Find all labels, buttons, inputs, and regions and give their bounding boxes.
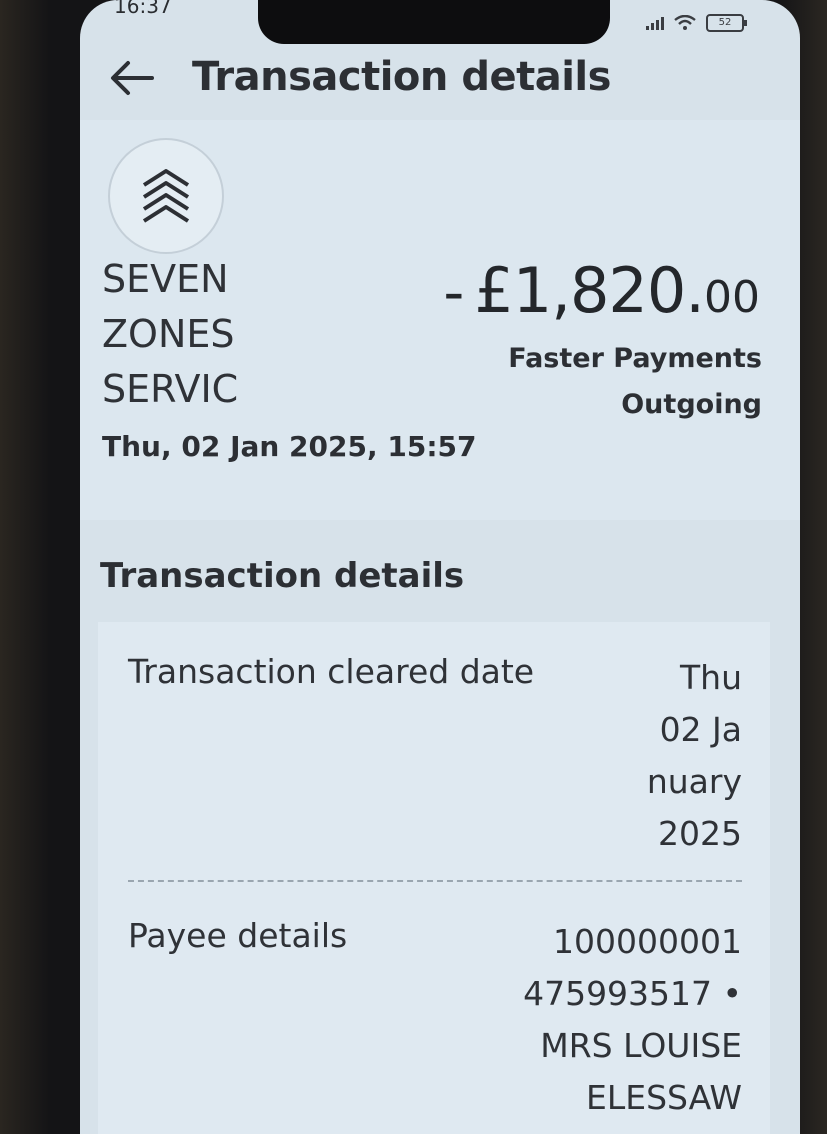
camera-notch: [258, 0, 610, 44]
payment-method: Faster Payments: [508, 343, 762, 374]
row-divider: [128, 880, 742, 882]
battery-icon: 52: [706, 14, 747, 32]
page-title: Transaction details: [192, 54, 611, 100]
value-line: 2025: [658, 814, 742, 853]
value-line: 02 Ja: [659, 710, 742, 749]
screen: 16:37 52 Transaction details SEVEN ZONES…: [80, 0, 800, 1134]
details-section-title: Transaction details: [100, 556, 465, 596]
phone-frame: 16:37 52 Transaction details SEVEN ZONES…: [0, 0, 827, 1134]
detail-value: 100000001 475993517 • MRS LOUISE ELESSAW: [523, 916, 742, 1124]
amount-minor: 00: [704, 272, 760, 323]
wifi-icon: [674, 15, 696, 30]
transaction-amount: - £1,820.00: [443, 254, 760, 327]
value-line: ELESSAW: [586, 1078, 742, 1117]
chevrons-up-icon: [142, 169, 190, 223]
amount-sign: -: [443, 258, 465, 326]
app-header: Transaction details: [80, 40, 800, 120]
payment-direction: Outgoing: [621, 389, 762, 420]
value-line: MRS LOUISE: [540, 1026, 742, 1065]
payment-type: Faster Payments Outgoing: [508, 336, 762, 428]
value-line: 475993517 •: [523, 974, 742, 1013]
detail-label: Payee details: [128, 916, 348, 955]
details-card: Transaction cleared date Thu 02 Ja nuary…: [98, 622, 770, 1134]
value-line: nuary: [646, 762, 742, 801]
value-line: Thu: [680, 658, 742, 697]
amount-major: £1,820.: [474, 254, 705, 327]
detail-label: Transaction cleared date: [128, 652, 535, 691]
transaction-summary: SEVEN ZONES SERVIC - £1,820.00 Faster Pay…: [80, 120, 800, 520]
transaction-datetime: Thu, 02 Jan 2025, 15:57: [102, 430, 477, 463]
detail-value: Thu 02 Ja nuary 2025: [647, 652, 742, 860]
status-icons: 52: [646, 14, 747, 32]
arrow-left-icon[interactable]: [108, 58, 156, 98]
status-time: 16:37: [114, 0, 172, 18]
merchant-name: SEVEN ZONES SERVIC: [102, 257, 239, 411]
signal-icon: [646, 16, 664, 30]
value-line: 100000001: [553, 922, 742, 961]
merchant-logo: [108, 138, 224, 254]
